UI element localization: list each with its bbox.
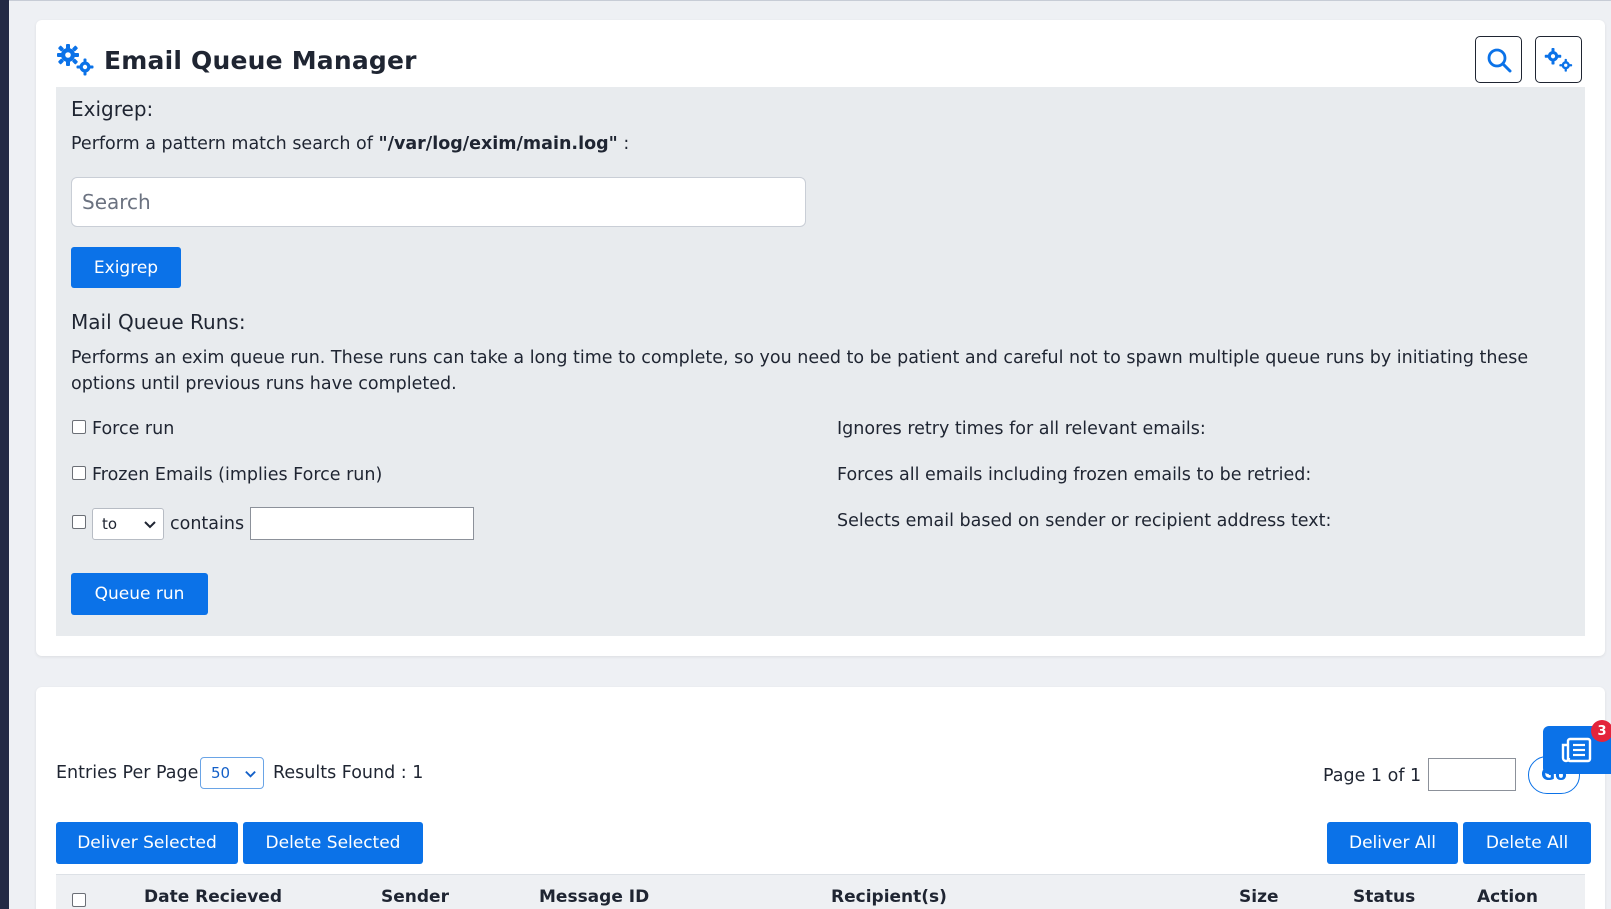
column-header-size[interactable]: Size [1239,887,1279,907]
queue-runs-description: Performs an exim queue run. These runs c… [71,348,1529,394]
notification-badge: 3 [1591,720,1611,742]
search-icon [1487,48,1511,72]
queue-runs-heading: Mail Queue Runs: [71,310,246,334]
chevron-down-icon [144,521,156,529]
exigrep-button[interactable]: Exigrep [71,247,181,288]
log-path: "/var/log/exim/main.log" [378,134,618,154]
chevron-down-icon [245,770,256,778]
address-match-help: Selects email based on sender or recipie… [837,511,1332,531]
address-match-checkbox[interactable] [72,515,86,529]
settings-button[interactable] [1535,36,1582,83]
exigrep-heading: Exigrep: [71,97,154,121]
column-header-status[interactable]: Status [1353,887,1415,907]
frozen-emails-help: Forces all emails including frozen email… [837,465,1312,485]
entries-per-page-value: 50 [211,764,231,782]
frozen-emails-checkbox[interactable] [72,466,86,480]
exigrep-search-input[interactable] [71,177,806,227]
column-header-action[interactable]: Action [1477,887,1538,907]
delete-selected-button[interactable]: Delete Selected [243,822,423,864]
exigrep-description-suffix: : [617,134,630,154]
contains-input[interactable] [250,507,474,540]
deliver-all-button[interactable]: Deliver All [1327,822,1458,864]
queue-run-button[interactable]: Queue run [71,573,208,615]
column-header-date[interactable]: Date Recieved [144,887,282,907]
sidebar-edge [0,0,9,909]
page-title: Email Queue Manager [104,45,417,75]
top-border [9,0,1611,1]
results-found: Results Found : 1 [273,763,424,783]
page-indicator: Page 1 of 1 [1323,766,1422,786]
delete-all-button[interactable]: Delete All [1463,822,1591,864]
column-header-recipients[interactable]: Recipient(s) [831,887,947,907]
page-number-input[interactable] [1428,758,1516,791]
force-run-label: Force run [92,419,175,439]
column-header-sender[interactable]: Sender [381,887,449,907]
deliver-selected-button[interactable]: Deliver Selected [56,822,238,864]
entries-per-page-select[interactable]: 50 [200,757,264,789]
exigrep-description-prefix: Perform a pattern match search of [71,134,379,154]
frozen-emails-label: Frozen Emails (implies Force run) [92,465,383,485]
page-header: Email Queue Manager [56,40,417,80]
select-all-checkbox[interactable] [72,893,86,907]
force-run-help: Ignores retry times for all relevant ema… [837,419,1206,439]
search-button[interactable] [1475,36,1522,83]
contains-label: contains [170,514,245,534]
match-field-value: to [102,515,118,533]
force-run-checkbox[interactable] [72,420,86,434]
entries-per-page-label: Entries Per Page [56,763,199,783]
column-header-message-id[interactable]: Message ID [539,887,649,907]
news-icon [1561,737,1592,763]
gears-icon [57,44,94,76]
exigrep-description: Perform a pattern match search of "/var/… [71,134,629,154]
gears-icon [1544,47,1572,72]
match-field-select[interactable]: to [92,508,164,540]
